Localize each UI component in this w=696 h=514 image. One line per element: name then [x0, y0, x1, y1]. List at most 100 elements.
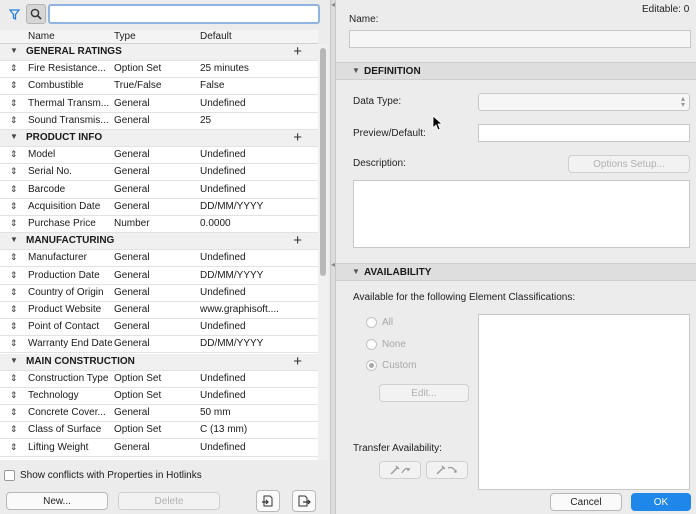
property-row[interactable]: ⇕ Serial No. General Undefined — [0, 164, 318, 182]
drag-handle-icon[interactable]: ⇕ — [10, 63, 18, 74]
property-row[interactable]: ⇕ Lifting Weight General Undefined — [0, 439, 318, 457]
property-row[interactable]: ⇕ Fire Resistance... Option Set 25 minutes — [0, 61, 318, 79]
property-name: Warranty End Date — [28, 338, 112, 350]
list-scrollbar[interactable] — [318, 44, 328, 460]
property-row[interactable]: ⇕ Purchase Price Number 0.0000 — [0, 216, 318, 233]
property-row[interactable]: ⇕ Product Website General www.graphisoft...… — [0, 302, 318, 319]
disclosure-triangle-icon[interactable]: ▼ — [10, 356, 18, 365]
drag-handle-icon[interactable]: ⇕ — [10, 270, 18, 281]
drag-handle-icon[interactable]: ⇕ — [10, 287, 18, 298]
disclosure-triangle-icon[interactable]: ▼ — [10, 132, 18, 141]
new-button[interactable]: New... — [6, 492, 108, 510]
radio-circle[interactable] — [366, 317, 377, 328]
radio-circle[interactable] — [366, 360, 377, 371]
add-property-icon[interactable]: + — [293, 129, 302, 146]
property-name: Thermal Transm... — [28, 97, 110, 109]
radio-all[interactable]: All — [366, 317, 393, 328]
disclosure-triangle-icon[interactable]: ▼ — [10, 46, 18, 55]
radio-circle[interactable] — [366, 339, 377, 350]
property-default: 0.0000 — [200, 218, 231, 229]
filter-icon[interactable] — [4, 4, 24, 24]
name-field[interactable] — [349, 30, 691, 48]
property-row[interactable]: ⇕ Combustible True/False False — [0, 78, 318, 96]
import-button[interactable] — [256, 490, 280, 512]
drag-handle-icon[interactable]: ⇕ — [10, 390, 18, 401]
transfer-inject-button[interactable] — [426, 461, 468, 479]
search-input[interactable] — [48, 4, 320, 24]
collapse-arrow-icon[interactable]: ◂ — [331, 0, 335, 9]
property-default: Undefined — [200, 252, 246, 264]
property-type: General — [114, 269, 150, 281]
property-row[interactable]: ⇕ Construction Type Option Set Undefined — [0, 370, 318, 388]
property-type: General — [114, 97, 150, 109]
drag-handle-icon[interactable]: ⇕ — [10, 442, 18, 453]
property-name: Model — [28, 149, 56, 161]
property-row[interactable]: ⇕ Model General Undefined — [0, 147, 318, 165]
edit-button[interactable]: Edit... — [379, 384, 469, 402]
group-header[interactable]: ▼ MAIN CONSTRUCTION + — [0, 353, 318, 371]
group-header[interactable]: ▼ PRODUCT INFO + — [0, 129, 318, 147]
definition-section-header[interactable]: ▼ DEFINITION — [336, 62, 696, 80]
drag-handle-icon[interactable]: ⇕ — [10, 98, 18, 109]
drag-handle-icon[interactable]: ⇕ — [10, 184, 18, 195]
cancel-button[interactable]: Cancel — [550, 493, 622, 511]
drag-handle-icon[interactable]: ⇕ — [10, 407, 18, 418]
property-row[interactable]: ⇕ Acquisition Date General DD/MM/YYYY — [0, 198, 318, 216]
property-name: Country of Origin — [28, 286, 104, 298]
show-conflicts-checkbox[interactable]: Show conflicts with Properties in Hotlin… — [4, 468, 202, 482]
checkbox-box[interactable] — [4, 469, 15, 481]
classification-list[interactable] — [478, 314, 690, 490]
column-default-header[interactable]: Default — [200, 31, 232, 42]
disclosure-triangle-icon[interactable]: ▼ — [352, 267, 360, 276]
column-type-header[interactable]: Type — [114, 31, 136, 42]
ok-button[interactable]: OK — [631, 493, 691, 511]
property-type: General — [114, 441, 150, 453]
transfer-availability-label: Transfer Availability: — [353, 443, 442, 454]
drag-handle-icon[interactable]: ⇕ — [10, 201, 18, 212]
drag-handle-icon[interactable]: ⇕ — [10, 80, 18, 91]
property-row[interactable]: ⇕ Sound Transmis... General 25 — [0, 112, 318, 130]
add-property-icon[interactable]: + — [293, 353, 302, 370]
disclosure-triangle-icon[interactable]: ▼ — [352, 66, 360, 75]
property-row[interactable]: ⇕ Class of Surface Option Set C (13 mm) — [0, 422, 318, 440]
property-row[interactable]: ⇕ Country of Origin General Undefined — [0, 284, 318, 302]
drag-handle-icon[interactable]: ⇕ — [10, 373, 18, 384]
drag-handle-icon[interactable]: ⇕ — [10, 304, 18, 315]
splitter-grip-icon[interactable]: ◂ — [331, 260, 335, 269]
search-icon[interactable] — [26, 4, 46, 24]
radio-none[interactable]: None — [366, 339, 406, 350]
drag-handle-icon[interactable]: ⇕ — [10, 424, 18, 435]
drag-handle-icon[interactable]: ⇕ — [10, 252, 18, 263]
drag-handle-icon[interactable]: ⇕ — [10, 218, 18, 229]
scrollbar-thumb[interactable] — [320, 48, 326, 276]
property-row[interactable]: ⇕ Technology Option Set Undefined — [0, 388, 318, 405]
data-type-select[interactable]: ▴ ▾ — [478, 93, 690, 111]
property-row[interactable]: ⇕ Production Date General DD/MM/YYYY — [0, 267, 318, 285]
property-row[interactable]: ⇕ Concrete Cover... General 50 mm — [0, 405, 318, 423]
drag-handle-icon[interactable]: ⇕ — [10, 115, 18, 126]
drag-handle-icon[interactable]: ⇕ — [10, 166, 18, 177]
drag-handle-icon[interactable]: ⇕ — [10, 321, 18, 332]
group-header[interactable]: ▼ MANUFACTURING + — [0, 232, 318, 251]
availability-section-header[interactable]: ▼ AVAILABILITY — [336, 263, 696, 281]
radio-custom[interactable]: Custom — [366, 360, 416, 371]
property-row[interactable]: ⇕ Thermal Transm... General Undefined — [0, 95, 318, 113]
drag-handle-icon[interactable]: ⇕ — [10, 149, 18, 160]
add-property-icon[interactable]: + — [293, 232, 302, 249]
delete-button[interactable]: Delete — [118, 492, 220, 510]
property-row[interactable]: ⇕ Point of Contact General Undefined — [0, 319, 318, 337]
export-button[interactable] — [292, 490, 316, 512]
transfer-pick-button[interactable] — [379, 461, 421, 479]
disclosure-triangle-icon[interactable]: ▼ — [10, 235, 18, 244]
property-row[interactable]: ⇕ Manufacturer General Undefined — [0, 250, 318, 268]
add-property-icon[interactable]: + — [293, 44, 302, 60]
options-setup-button[interactable]: Options Setup... — [568, 155, 690, 173]
column-name-header[interactable]: Name — [28, 31, 55, 42]
property-row[interactable]: ⇕ Barcode General Undefined — [0, 181, 318, 199]
property-default: DD/MM/YYYY — [200, 269, 264, 281]
property-row[interactable]: ⇕ Warranty End Date General DD/MM/YYYY — [0, 336, 318, 354]
drag-handle-icon[interactable]: ⇕ — [10, 338, 18, 349]
preview-default-field[interactable] — [478, 124, 690, 142]
description-textarea[interactable] — [353, 180, 690, 248]
group-header[interactable]: ▼ GENERAL RATINGS + — [0, 44, 318, 61]
